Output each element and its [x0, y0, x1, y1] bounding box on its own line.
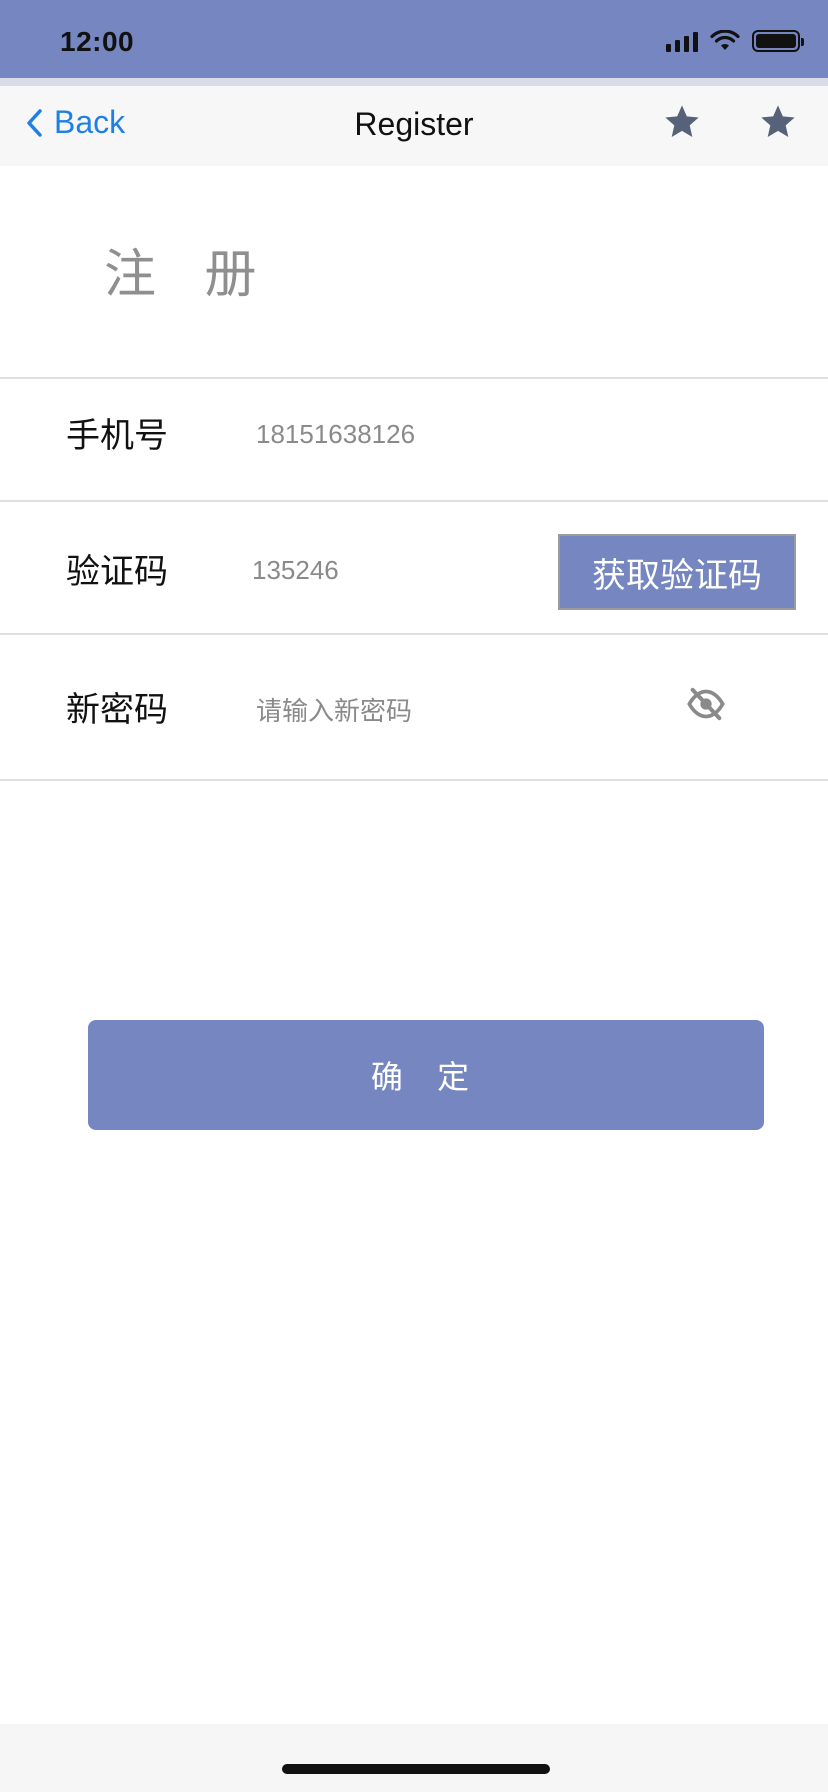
divider [0, 633, 828, 635]
new-password-input[interactable] [256, 692, 656, 730]
home-indicator[interactable] [282, 1764, 550, 1774]
status-bar: 12:00 [0, 0, 828, 78]
status-icons [666, 30, 804, 52]
phone-label: 手机号 [66, 416, 168, 456]
status-time: 12:00 [60, 26, 135, 57]
code-label: 验证码 [66, 552, 168, 592]
signal-icon [666, 30, 698, 52]
home-area [0, 1724, 828, 1792]
wifi-icon [710, 30, 740, 50]
star-icon[interactable] [758, 102, 798, 142]
eye-off-icon[interactable] [686, 684, 726, 724]
verification-code-input[interactable] [252, 552, 532, 588]
nav-title: Register [354, 106, 474, 142]
divider [0, 377, 828, 379]
divider [0, 500, 828, 502]
confirm-button[interactable]: 确 定 [88, 1020, 764, 1130]
phone-input[interactable] [256, 416, 676, 452]
get-code-button[interactable]: 获取验证码 [558, 534, 796, 610]
divider [0, 779, 828, 781]
battery-icon [752, 30, 804, 52]
status-divider [0, 78, 828, 86]
navigation-bar: Back Register [0, 86, 828, 166]
password-label: 新密码 [66, 690, 168, 730]
star-icon[interactable] [662, 102, 702, 142]
page-title: 注 册 [104, 245, 273, 305]
